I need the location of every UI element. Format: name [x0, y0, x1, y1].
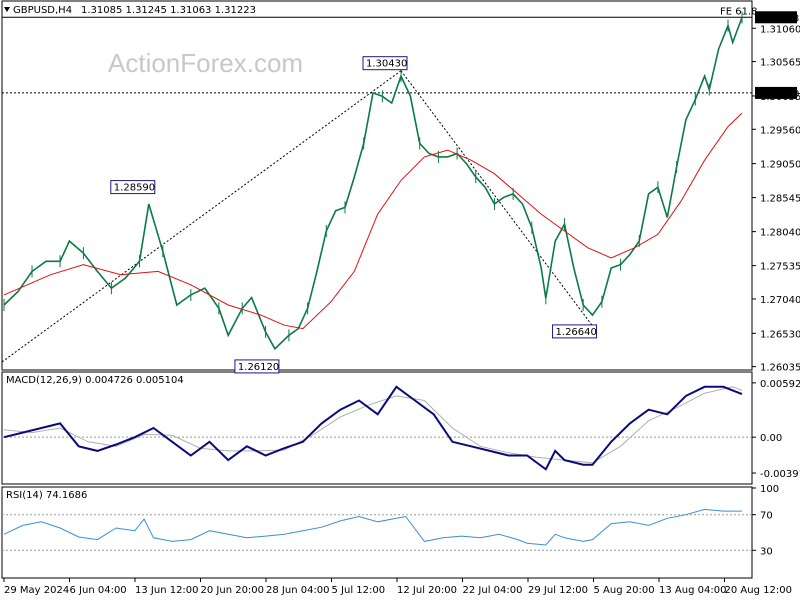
- price-tick-label: 1.29050: [760, 160, 800, 171]
- x-tick-label: 28 Jun 04:00: [266, 585, 330, 596]
- x-tick-label: 13 Jun 12:00: [135, 585, 199, 596]
- rsi-tick-label: 100: [760, 484, 779, 495]
- ma-line: [3, 112, 743, 330]
- x-tick-label: 5 Jul 12:00: [332, 585, 386, 596]
- rsi-title: RSI(14) 74.1686: [6, 490, 87, 501]
- price-y-axis: 1.310601.305651.300551.295601.290501.285…: [752, 24, 800, 374]
- swing-label: 1.26120: [238, 362, 279, 373]
- x-tick-label: 12 Jul 20:00: [397, 585, 457, 596]
- trendline-down: [400, 70, 593, 327]
- ohlc-label: 1.31085 1.31245 1.31063 1.31223: [81, 5, 256, 16]
- macd-signal-line: [3, 386, 743, 464]
- price-tick-label: 1.27040: [760, 295, 800, 306]
- price-header: GBPUSD,H4 1.31085 1.31245 1.31063 1.3122…: [4, 5, 256, 16]
- header-triangle-icon: [4, 7, 10, 12]
- x-tick-label: 29 Jul 12:00: [528, 585, 588, 596]
- x-tick-label: 20 Jun 20:00: [201, 585, 265, 596]
- rsi-tick-label: 70: [760, 511, 773, 522]
- trendline-up: [1, 70, 402, 363]
- macd-tick-label: -0.003914: [760, 469, 800, 480]
- x-tick-label: 6 Jun 04:00: [70, 585, 127, 596]
- swing-labels: 1.28590 1.26120 1.30430 1.26640: [110, 56, 598, 374]
- watermark: ActionForex.com: [108, 48, 303, 78]
- price-tick-label: 1.27535: [760, 262, 800, 273]
- price-tick-label: 1.30565: [760, 58, 800, 69]
- current-price-label: 1.31223: [758, 13, 799, 24]
- macd-tick-label: 0.005923: [760, 379, 800, 390]
- fibo-trendlines: [1, 70, 593, 363]
- rsi-tick-label: 30: [760, 546, 773, 557]
- swing-label: 1.30430: [366, 59, 407, 70]
- price-tick-label: 1.29560: [760, 125, 800, 136]
- rsi-y-axis: 100 70 30: [752, 484, 779, 557]
- macd-tick-label: 0.00: [760, 433, 782, 444]
- rsi-panel: [1, 486, 753, 579]
- macd-series: [2, 385, 752, 471]
- price-tick-label: 1.28040: [760, 228, 800, 239]
- price-tick-label: 1.28545: [760, 194, 800, 205]
- macd-title: MACD(12,26,9) 0.004726 0.005104: [6, 375, 184, 386]
- moving-average: [3, 112, 743, 330]
- swing-label: 1.26640: [556, 327, 597, 338]
- chart-canvas: ActionForex.com 1.310601.305651.300551.2…: [1, 0, 800, 596]
- rsi-series: [2, 508, 752, 551]
- price-tick-label: 1.31060: [760, 24, 800, 35]
- x-tick-label: 13 Aug 04:00: [659, 585, 726, 596]
- x-tick-label: 29 May 2024: [4, 585, 69, 596]
- symbol-label: GBPUSD,H4: [13, 5, 72, 16]
- time-x-axis: 29 May 2024 6 Jun 04:00 13 Jun 12:00 20 Jun…: [3, 578, 792, 596]
- price-tick-label: 1.26530: [760, 329, 800, 340]
- x-tick-label: 5 Aug 20:00: [594, 585, 655, 596]
- price-tick-label: 1.26035: [760, 363, 800, 374]
- x-tick-label: 22 Jul 04:00: [463, 585, 523, 596]
- level-line-label: 1.30100: [758, 89, 799, 100]
- macd-y-axis: 0.005923 0.00 -0.003914: [752, 379, 800, 480]
- macd-main-line: [3, 385, 743, 471]
- fe-label: FE 61.8: [720, 6, 758, 17]
- swing-label: 1.28590: [114, 183, 155, 194]
- x-tick-label: 20 Aug 12:00: [725, 585, 792, 596]
- macd-panel: [1, 371, 753, 485]
